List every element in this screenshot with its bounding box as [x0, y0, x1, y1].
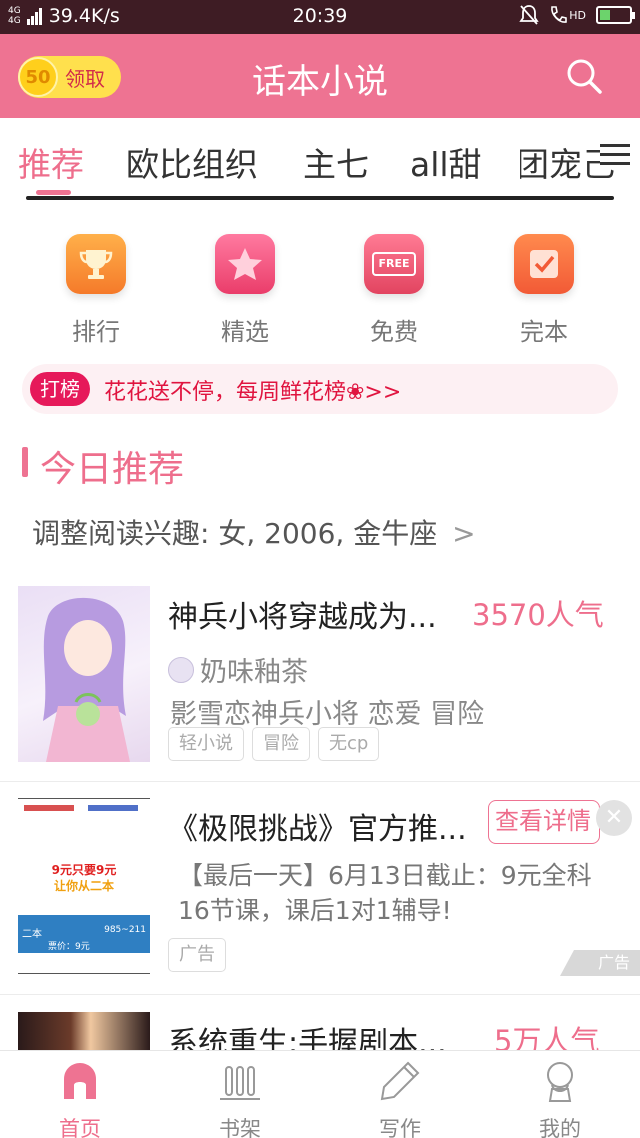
nav-bookshelf[interactable]: 书架: [180, 1059, 300, 1138]
close-icon[interactable]: ✕: [596, 800, 632, 836]
adjust-interest-link[interactable]: 调整阅读兴趣: 女, 2006, 金牛座 >: [32, 512, 476, 552]
nav-profile[interactable]: 我的: [500, 1059, 620, 1138]
category-ranking[interactable]: 排行: [36, 234, 156, 347]
ad-image-line: 让你从二本: [53, 879, 114, 893]
ad-mark-label: 广告: [598, 953, 631, 972]
tab-obi-org[interactable]: 欧比组织: [126, 138, 258, 186]
profile-icon: [547, 1062, 573, 1102]
section-marker: [22, 447, 28, 477]
mute-icon: [519, 5, 539, 25]
author-name: 奶味釉茶: [200, 657, 308, 688]
category-tabs: 推荐 欧比组织 主七 all甜 团宠己: [0, 118, 640, 198]
app-header: 50 领取 话本小说: [0, 34, 640, 118]
active-tab-indicator: [36, 190, 71, 195]
book-tags: 轻小说 冒险 无cp: [168, 727, 380, 761]
ad-image-line: 票价：9元: [48, 942, 90, 952]
category-label: 免费: [370, 318, 418, 346]
ad-image-line: 985~211: [104, 925, 146, 935]
bottom-nav: 首页 书架 写作 我的: [0, 1050, 640, 1138]
book-tag: 冒险: [252, 727, 310, 761]
nav-label: 我的: [539, 1117, 581, 1138]
book-tag: 无cp: [318, 727, 380, 761]
view-details-button[interactable]: 查看详情: [488, 800, 600, 844]
free-sign-text: FREE: [372, 252, 416, 276]
phone-icon: [551, 6, 568, 23]
book-tag: 轻小说: [168, 727, 244, 761]
pen-icon: [380, 1061, 420, 1101]
book-popularity: 3570人气: [472, 598, 604, 632]
category-completed[interactable]: 完本: [484, 234, 604, 347]
promo-tag: 打榜: [30, 372, 90, 406]
ad-title: 《极限挑战》官方推...: [168, 812, 467, 847]
trophy-icon: [66, 234, 126, 294]
nav-label: 书架: [219, 1117, 261, 1138]
tab-recommend[interactable]: 推荐: [18, 138, 84, 186]
bookshelf-icon: [220, 1066, 260, 1100]
home-icon: [64, 1063, 96, 1099]
ad-image-line: 9元只要9元: [51, 863, 117, 877]
book-title: 神兵小将穿越成为...: [168, 600, 437, 635]
free-sign-icon: FREE: [364, 234, 424, 294]
ad-image: 9元只要9元 让你从二本 二本 985~211 票价：9元: [18, 798, 150, 974]
book-cover-illustration: [43, 597, 130, 762]
category-label: 排行: [72, 318, 120, 346]
checkbox-icon: [514, 234, 574, 294]
battery-icon: [596, 6, 635, 24]
book-cover: [18, 586, 150, 762]
section-title: 今日推荐: [40, 449, 185, 490]
promo-banner[interactable]: 打榜 花花送不停，每周鲜花榜❀>>: [22, 364, 618, 414]
menu-icon[interactable]: [600, 144, 630, 168]
category-free[interactable]: FREE 免费: [334, 234, 454, 347]
ad-logo: [24, 805, 74, 811]
nav-label: 首页: [59, 1117, 101, 1138]
star-icon: [215, 234, 275, 294]
banner-edge: [26, 196, 614, 200]
ad-tag: 广告: [168, 938, 226, 972]
interest-text: 调整阅读兴趣: 女, 2006, 金牛座: [32, 517, 438, 550]
hd-label: HD: [569, 8, 586, 22]
status-right: HD: [519, 4, 635, 26]
tab-zhuqi[interactable]: 主七: [303, 138, 369, 186]
nav-label: 写作: [379, 1117, 421, 1138]
divider: [0, 994, 640, 995]
search-button[interactable]: [564, 56, 604, 96]
ad-description: 【最后一天】6月13日截止：9元全科16节课，课后1对1辅导!: [178, 861, 592, 925]
status-bar: 4G 4G 39.4K/s 20:39 HD: [0, 0, 640, 34]
category-featured[interactable]: 精选: [185, 234, 305, 347]
book-cover: [18, 1012, 150, 1052]
category-label: 完本: [520, 318, 568, 346]
ad-mark: 广告: [560, 950, 640, 976]
promo-text: 花花送不停，每周鲜花榜❀>>: [104, 380, 402, 405]
book-tagline: 影雪恋神兵小将 恋爱 冒险: [170, 699, 485, 730]
ad-logo: [88, 805, 138, 811]
tab-all-sweet[interactable]: all甜: [410, 138, 482, 186]
category-label: 精选: [221, 318, 269, 346]
ad-image-ticket: 二本 985~211 票价：9元: [18, 915, 150, 953]
app-title: 话本小说: [252, 62, 388, 102]
book-author: 奶味釉茶: [168, 650, 308, 689]
search-icon: [567, 59, 602, 94]
divider: [0, 781, 640, 782]
hd-call-indicator: HD: [549, 5, 586, 25]
nav-write[interactable]: 写作: [340, 1059, 460, 1138]
nav-home[interactable]: 首页: [20, 1059, 140, 1138]
ad-image-line: 二本: [22, 929, 42, 940]
avatar: [168, 656, 194, 683]
chevron-right-icon: >: [452, 517, 476, 550]
battery-level: [600, 10, 610, 20]
